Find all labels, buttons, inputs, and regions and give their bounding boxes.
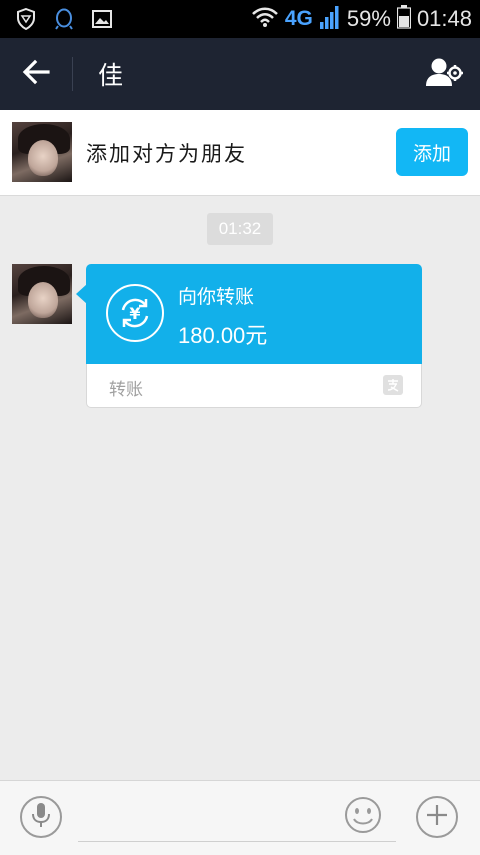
input-bar <box>0 780 480 855</box>
qq-icon <box>54 8 74 34</box>
avatar-face <box>28 140 58 176</box>
signal-icon <box>319 4 341 34</box>
sender-avatar[interactable] <box>12 264 72 324</box>
transfer-title: 向你转账 <box>178 286 255 308</box>
more-options-button[interactable] <box>416 796 458 838</box>
transfer-message-card[interactable]: ¥ 向你转账 180.00元 转账 <box>76 264 422 408</box>
profile-settings-button[interactable] <box>422 52 466 96</box>
page-title: 佳 <box>98 61 124 90</box>
plus-icon <box>426 804 448 830</box>
battery-percent: 59% <box>346 6 391 31</box>
status-right-icons: 4G 59% 01:48 <box>251 4 472 34</box>
status-bar: 4G 59% 01:48 <box>0 0 480 38</box>
chat-area[interactable]: 01:32 ¥ 向你转账 180.00元 转账 <box>0 196 480 780</box>
avatar[interactable] <box>12 122 72 182</box>
voice-button[interactable] <box>20 796 62 838</box>
add-friend-text: 添加对方为朋友 <box>86 142 247 166</box>
wifi-icon <box>251 6 279 32</box>
transfer-card-body: ¥ 向你转账 180.00元 <box>86 264 422 364</box>
battery-icon <box>396 5 412 33</box>
smiley-icon <box>344 796 382 838</box>
yuan-refresh-icon: ¥ <box>106 284 164 342</box>
add-friend-button[interactable]: 添加 <box>396 128 468 176</box>
svg-text:¥: ¥ <box>129 304 140 323</box>
clock: 01:48 <box>416 6 472 31</box>
emoji-button[interactable] <box>344 796 382 838</box>
transfer-amount: 180.00元 <box>178 323 268 348</box>
transfer-card-footer: 转账 <box>86 364 422 408</box>
status-left-icons <box>16 7 112 34</box>
message-timestamp: 01:32 <box>207 213 273 245</box>
add-friend-bar: 添加对方为朋友 添加 <box>0 110 480 196</box>
arrow-left-icon <box>22 59 50 89</box>
transfer-footer-label: 转账 <box>109 380 143 400</box>
user-settings-icon <box>425 56 463 92</box>
alipay-icon <box>383 375 403 395</box>
image-icon <box>92 10 112 32</box>
microphone-icon <box>31 802 51 832</box>
back-button[interactable] <box>14 52 58 96</box>
avatar-face <box>28 282 58 318</box>
network-type: 4G <box>284 7 313 30</box>
title-bar: 佳 <box>0 38 480 110</box>
title-divider <box>72 57 73 91</box>
shield-icon <box>16 7 36 34</box>
